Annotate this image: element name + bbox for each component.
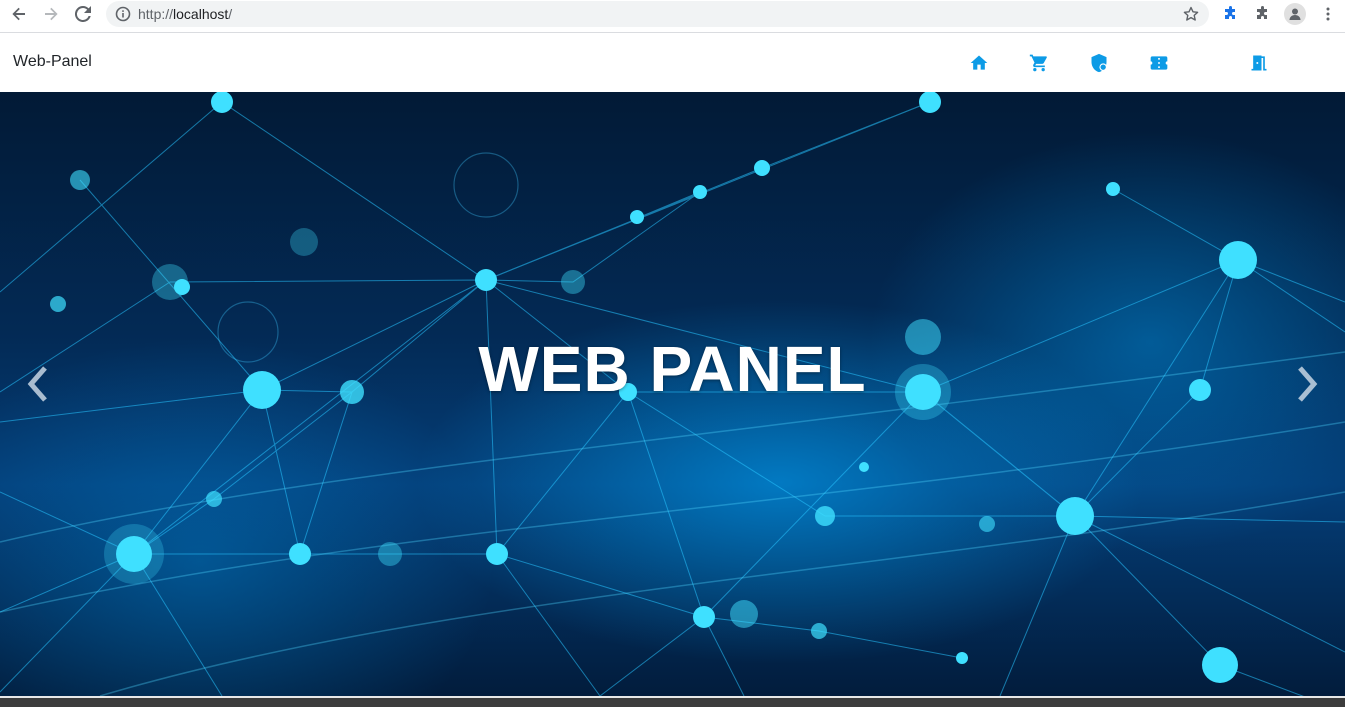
menu-icon[interactable] [1318, 4, 1338, 24]
reload-icon[interactable] [73, 4, 93, 24]
star-icon[interactable] [1183, 6, 1199, 27]
chevron-right-icon [1298, 366, 1318, 402]
bottom-taskbar [0, 696, 1345, 707]
door-icon[interactable] [1248, 52, 1270, 74]
info-icon[interactable] [115, 6, 131, 27]
navbar: Web-Panel [0, 33, 1345, 92]
url-text: http://localhost/ [138, 6, 233, 22]
hero-title: WEB PANEL [478, 333, 867, 405]
carousel-prev-button[interactable] [18, 362, 58, 406]
carousel-next-button[interactable] [1287, 362, 1327, 406]
profile-icon[interactable] [1284, 3, 1306, 25]
extension-icon[interactable] [1221, 4, 1241, 24]
puzzle-icon[interactable] [1253, 4, 1273, 24]
back-icon[interactable] [9, 4, 29, 24]
cart-icon[interactable] [1028, 52, 1050, 74]
hero-carousel: WEB PANEL [0, 92, 1345, 696]
browser-toolbar: http://localhost/ [0, 0, 1345, 28]
shield-icon[interactable] [1088, 52, 1110, 74]
home-icon[interactable] [968, 52, 990, 74]
bottom-divider [0, 696, 1345, 698]
navbar-brand[interactable]: Web-Panel [13, 53, 92, 71]
chevron-left-icon [27, 366, 47, 402]
address-bar[interactable]: http://localhost/ [106, 1, 1209, 27]
ticket-icon[interactable] [1148, 52, 1170, 74]
forward-icon[interactable] [41, 4, 61, 24]
